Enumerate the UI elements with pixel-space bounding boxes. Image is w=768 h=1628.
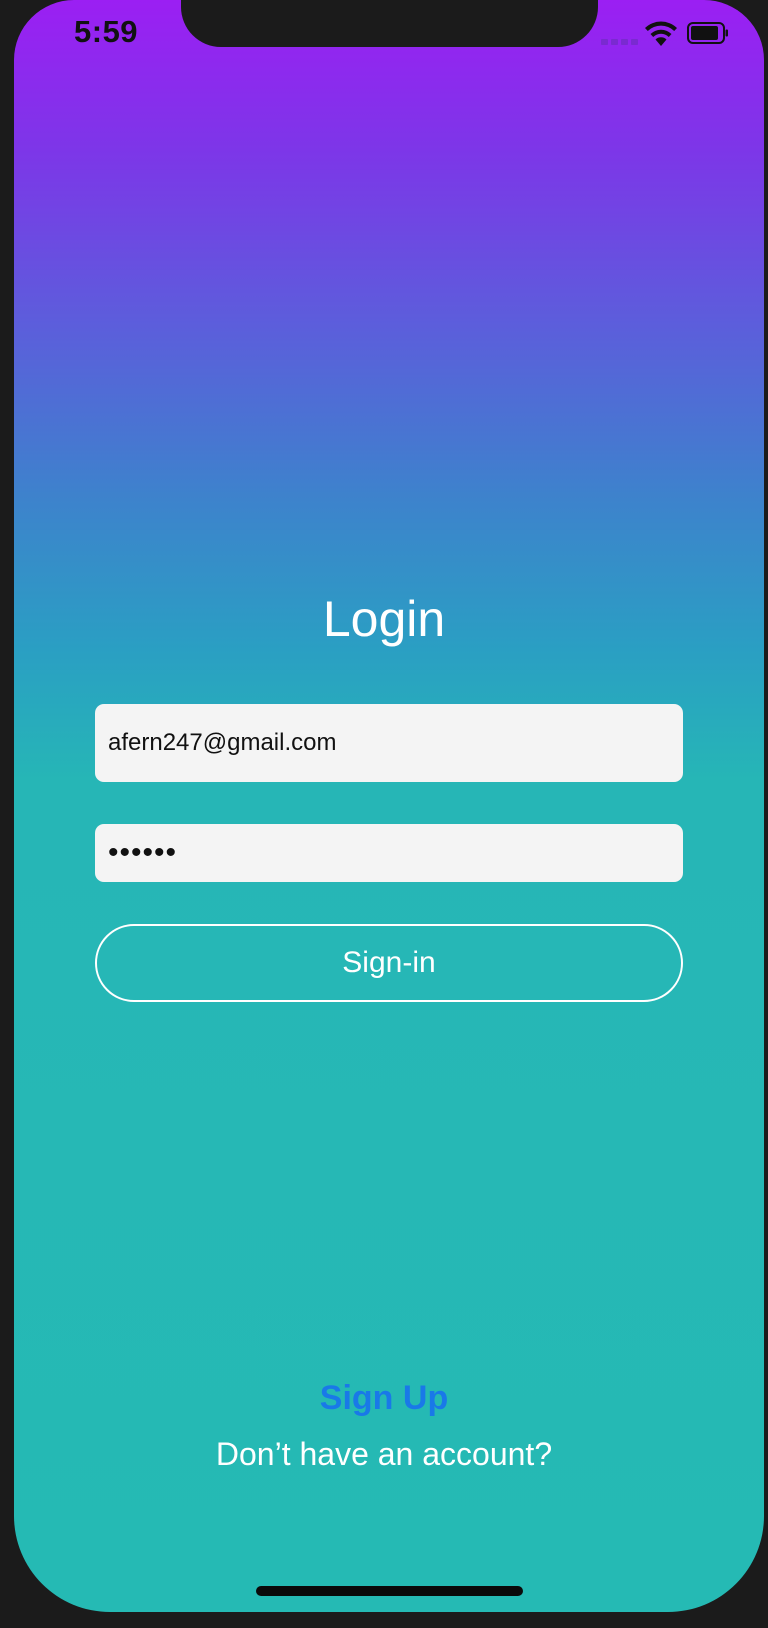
email-field[interactable]	[95, 704, 683, 782]
screen-corner-left	[14, 0, 74, 60]
battery-icon	[687, 22, 728, 44]
wifi-icon	[645, 21, 677, 46]
status-time: 5:59	[74, 14, 139, 49]
signal-icon	[601, 39, 638, 45]
device-frame: 5:59 Login Sign-in Sign Up Don’t have an…	[0, 0, 768, 1628]
page-title: Login	[322, 591, 446, 647]
signup-link[interactable]: Sign Up	[0, 1379, 768, 1418]
device-notch	[181, 0, 598, 47]
signin-button[interactable]: Sign-in	[95, 924, 683, 1002]
no-account-text: Don’t have an account?	[215, 1436, 553, 1472]
home-indicator[interactable]	[256, 1586, 523, 1596]
login-screen	[14, 0, 764, 1612]
password-field[interactable]	[95, 824, 683, 882]
